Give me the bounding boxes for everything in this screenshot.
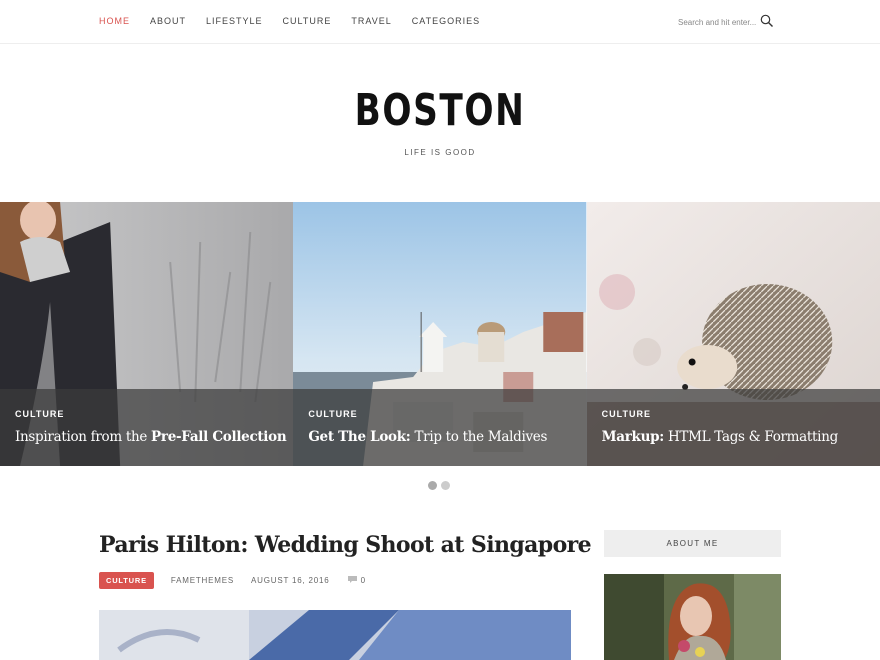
slide-title[interactable]: Inspiration from the Pre-Fall Collection	[15, 429, 287, 445]
slider-pagination	[428, 481, 450, 490]
about-me-widget-title: ABOUT ME	[604, 530, 781, 557]
slide-title-bold: Markup:	[601, 429, 665, 445]
slide-item[interactable]: CULTURE Markup: HTML Tags & Formatting	[586, 202, 880, 466]
search-icon[interactable]	[760, 14, 774, 28]
nav-item-lifestyle[interactable]: LIFESTYLE	[206, 16, 263, 26]
nav-item-culture[interactable]: CULTURE	[283, 16, 332, 26]
slide-caption: CULTURE Inspiration from the Pre-Fall Co…	[0, 389, 294, 466]
post-category-badge[interactable]: CULTURE	[99, 572, 154, 589]
slide-item[interactable]: CULTURE Get The Look: Trip to the Maldiv…	[293, 202, 587, 466]
site-branding: BOSTON LIFE IS GOOD	[0, 84, 880, 157]
site-tagline: LIFE IS GOOD	[404, 148, 476, 157]
slider-dot-2[interactable]	[441, 481, 450, 490]
top-navbar: HOME ABOUT LIFESTYLE CULTURE TRAVEL CATE…	[0, 0, 880, 44]
slide-title-bold: Get The Look:	[308, 429, 411, 445]
post-comments[interactable]: 0	[347, 575, 366, 586]
slide-category[interactable]: CULTURE	[308, 409, 357, 419]
slide-title[interactable]: Markup: HTML Tags & Formatting	[601, 429, 839, 445]
post-title-plain: Wedding Shoot at Singapore	[247, 532, 592, 558]
slide-item[interactable]: CULTURE Inspiration from the Pre-Fall Co…	[0, 202, 294, 466]
featured-slider: CULTURE Inspiration from the Pre-Fall Co…	[0, 202, 880, 466]
post-date[interactable]: AUGUST 16, 2016	[251, 576, 330, 585]
slide-title-plain: Trip to the Maldives	[410, 429, 548, 445]
nav-item-categories[interactable]: CATEGORIES	[412, 16, 480, 26]
slide-title-bold: Pre-Fall Collection	[151, 429, 287, 445]
site-title[interactable]: BOSTON	[97, 84, 783, 138]
search-box	[678, 14, 778, 30]
comment-icon	[347, 575, 358, 586]
nav-item-about[interactable]: ABOUT	[150, 16, 186, 26]
search-input[interactable]	[678, 14, 756, 30]
main-menu: HOME ABOUT LIFESTYLE CULTURE TRAVEL CATE…	[99, 16, 500, 26]
slide-category[interactable]: CULTURE	[602, 409, 651, 419]
slide-title-plain: HTML Tags & Formatting	[663, 429, 838, 445]
slide-category[interactable]: CULTURE	[15, 409, 64, 419]
nav-item-home[interactable]: HOME	[99, 16, 130, 26]
nav-item-travel[interactable]: TRAVEL	[351, 16, 391, 26]
about-me-image[interactable]	[604, 574, 781, 660]
slide-title-plain: Inspiration from the	[15, 429, 152, 445]
slide-caption: CULTURE Get The Look: Trip to the Maldiv…	[293, 389, 587, 466]
post-author[interactable]: FAMETHEMES	[171, 576, 234, 585]
slide-caption: CULTURE Markup: HTML Tags & Formatting	[586, 389, 880, 466]
post-meta: CULTURE FAMETHEMES AUGUST 16, 2016 0	[99, 572, 366, 589]
comment-count: 0	[360, 576, 366, 585]
post-featured-image[interactable]	[99, 610, 571, 660]
post-title[interactable]: Paris Hilton: Wedding Shoot at Singapore	[99, 532, 592, 558]
slider-dot-1[interactable]	[428, 481, 437, 490]
slide-title[interactable]: Get The Look: Trip to the Maldives	[308, 429, 547, 445]
post-title-bold: Paris Hilton:	[99, 532, 248, 558]
